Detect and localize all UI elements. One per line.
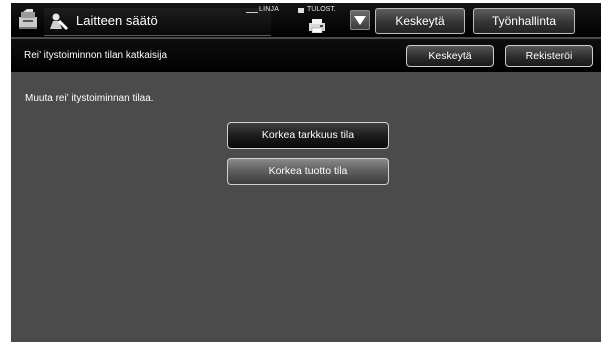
top-bar: Laitteen säätö LINJA TULOST. Keskeytä Ty… [11,3,601,37]
register-button[interactable]: Rekisteröi [505,45,593,67]
cancel-button[interactable]: Keskeytä [406,45,494,67]
stop-button[interactable]: Keskeytä [375,8,465,34]
dropdown-button[interactable] [350,10,370,30]
tulost-label: TULOST. [307,6,336,13]
copier-icon[interactable] [17,8,39,30]
tulost-indicator [298,8,304,13]
sub-title: Rei’ itystoiminnon tilan katkaisija [24,50,168,61]
high-yield-mode-button[interactable]: Korkea tuotto tila [227,158,389,185]
job-status-button[interactable]: Työnhallinta [473,8,575,34]
dropdown-arrow-icon [354,16,366,25]
linja-label: LINJA [259,6,280,13]
instruction-text: Muuta rei’ itystoiminnan tilaa. [25,93,154,104]
device-screen: Laitteen säätö LINJA TULOST. Keskeytä Ty… [11,3,601,342]
linja-indicator [246,12,258,13]
sub-header: Rei’ itystoiminnon tilan katkaisija Kesk… [11,39,601,72]
printer-icon [309,19,325,33]
page-title: Laitteen säätö [76,13,158,28]
high-accuracy-mode-button[interactable]: Korkea tarkkuus tila [227,122,389,149]
user-settings-icon [50,13,68,30]
title-panel: Laitteen säätö [44,8,271,36]
